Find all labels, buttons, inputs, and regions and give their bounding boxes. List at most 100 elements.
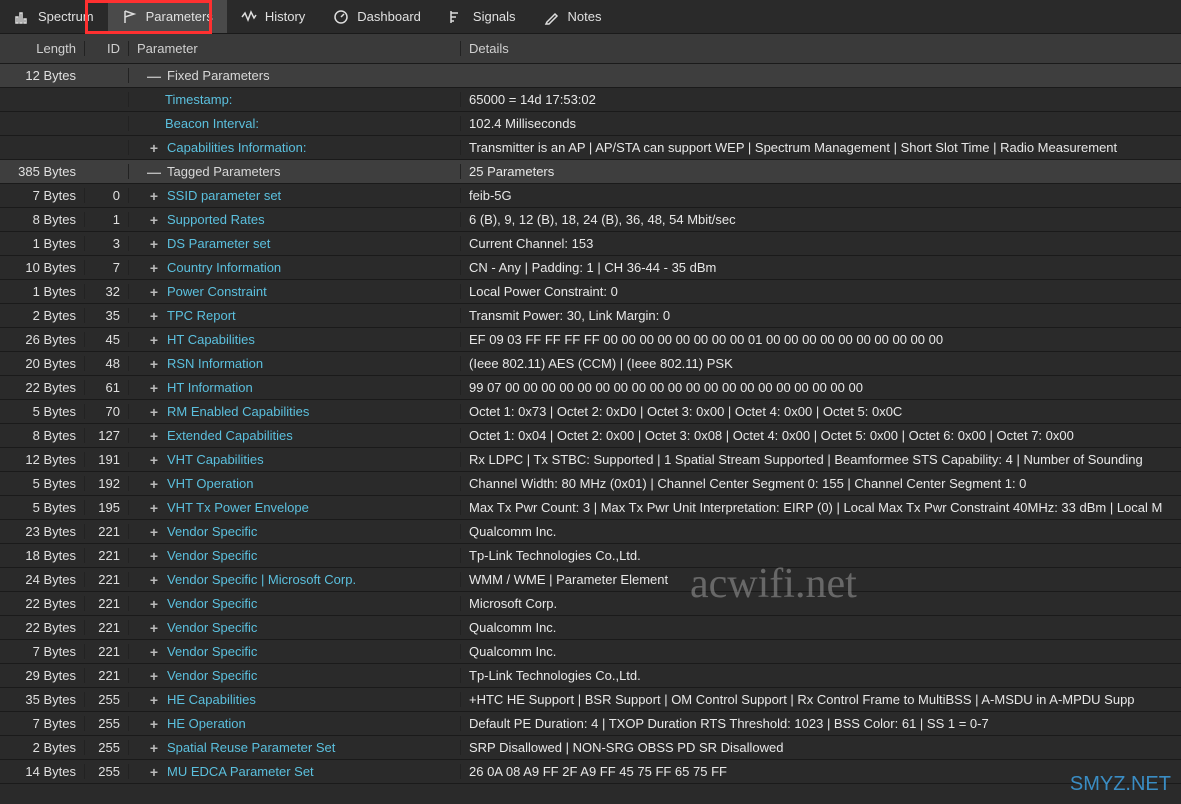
- parameter-row[interactable]: 5 Bytes70+RM Enabled CapabilitiesOctet 1…: [0, 400, 1181, 424]
- header-length[interactable]: Length: [0, 41, 84, 56]
- parameter-row[interactable]: 20 Bytes48+RSN Information(Ieee 802.11) …: [0, 352, 1181, 376]
- expand-icon[interactable]: +: [147, 285, 161, 299]
- parameter-name[interactable]: VHT Tx Power Envelope: [167, 500, 309, 515]
- parameter-row[interactable]: 8 Bytes127+Extended CapabilitiesOctet 1:…: [0, 424, 1181, 448]
- parameter-name[interactable]: VHT Capabilities: [167, 452, 264, 467]
- expand-icon[interactable]: +: [147, 597, 161, 611]
- expand-icon[interactable]: +: [147, 213, 161, 227]
- cell-id: 255: [84, 740, 128, 755]
- parameter-name[interactable]: Vendor Specific | Microsoft Corp.: [167, 572, 356, 587]
- expand-icon[interactable]: +: [147, 549, 161, 563]
- tab-signals[interactable]: Signals: [435, 0, 530, 33]
- parameter-name[interactable]: Vendor Specific: [167, 620, 257, 635]
- parameter-name[interactable]: Capabilities Information:: [167, 140, 306, 155]
- parameter-name[interactable]: VHT Operation: [167, 476, 253, 491]
- parameter-name[interactable]: Spatial Reuse Parameter Set: [167, 740, 335, 755]
- parameter-name[interactable]: SSID parameter set: [167, 188, 281, 203]
- parameter-row[interactable]: 22 Bytes221+Vendor SpecificMicrosoft Cor…: [0, 592, 1181, 616]
- expand-icon[interactable]: +: [147, 693, 161, 707]
- tab-spectrum[interactable]: Spectrum: [0, 0, 108, 33]
- expand-icon[interactable]: +: [147, 333, 161, 347]
- parameter-name[interactable]: Power Constraint: [167, 284, 267, 299]
- expand-icon[interactable]: +: [147, 765, 161, 779]
- parameter-row[interactable]: 2 Bytes255+Spatial Reuse Parameter SetSR…: [0, 736, 1181, 760]
- parameter-name[interactable]: Supported Rates: [167, 212, 265, 227]
- header-details[interactable]: Details: [460, 41, 1181, 56]
- parameter-name[interactable]: Vendor Specific: [167, 524, 257, 539]
- expand-icon[interactable]: +: [147, 189, 161, 203]
- parameter-name[interactable]: RM Enabled Capabilities: [167, 404, 309, 419]
- parameter-row[interactable]: 8 Bytes1+Supported Rates6 (B), 9, 12 (B)…: [0, 208, 1181, 232]
- parameter-name[interactable]: RSN Information: [167, 356, 263, 371]
- parameter-row[interactable]: 26 Bytes45+HT CapabilitiesEF 09 03 FF FF…: [0, 328, 1181, 352]
- parameter-name[interactable]: Vendor Specific: [167, 644, 257, 659]
- expand-icon[interactable]: +: [147, 621, 161, 635]
- expand-icon[interactable]: +: [147, 381, 161, 395]
- parameter-row[interactable]: Timestamp:65000 = 14d 17:53:02: [0, 88, 1181, 112]
- parameter-name[interactable]: HE Capabilities: [167, 692, 256, 707]
- parameter-name[interactable]: HT Information: [167, 380, 253, 395]
- expand-icon[interactable]: +: [147, 357, 161, 371]
- parameter-row[interactable]: 7 Bytes0+SSID parameter setfeib-5G: [0, 184, 1181, 208]
- parameter-row[interactable]: 12 Bytes191+VHT CapabilitiesRx LDPC | Tx…: [0, 448, 1181, 472]
- parameter-name[interactable]: Vendor Specific: [167, 596, 257, 611]
- parameter-name[interactable]: HT Capabilities: [167, 332, 255, 347]
- parameter-row[interactable]: 22 Bytes221+Vendor SpecificQualcomm Inc.: [0, 616, 1181, 640]
- parameter-row[interactable]: 29 Bytes221+Vendor SpecificTp-Link Techn…: [0, 664, 1181, 688]
- parameter-name[interactable]: HE Operation: [167, 716, 246, 731]
- cell-details: Qualcomm Inc.: [460, 524, 1181, 539]
- parameter-row[interactable]: 18 Bytes221+Vendor SpecificTp-Link Techn…: [0, 544, 1181, 568]
- parameter-name[interactable]: Timestamp:: [165, 92, 232, 107]
- parameter-row[interactable]: 1 Bytes32+Power ConstraintLocal Power Co…: [0, 280, 1181, 304]
- parameter-row[interactable]: 7 Bytes255+HE OperationDefault PE Durati…: [0, 712, 1181, 736]
- parameter-row[interactable]: 24 Bytes221+Vendor Specific | Microsoft …: [0, 568, 1181, 592]
- expand-icon[interactable]: +: [147, 405, 161, 419]
- parameter-name[interactable]: Extended Capabilities: [167, 428, 293, 443]
- expand-icon[interactable]: +: [147, 477, 161, 491]
- expand-icon[interactable]: +: [147, 573, 161, 587]
- tab-history[interactable]: History: [227, 0, 319, 33]
- tab-parameters[interactable]: Parameters: [108, 0, 227, 33]
- expand-icon[interactable]: +: [147, 501, 161, 515]
- expand-icon[interactable]: +: [147, 141, 161, 155]
- expand-icon[interactable]: +: [147, 717, 161, 731]
- parameter-row[interactable]: 1 Bytes3+DS Parameter setCurrent Channel…: [0, 232, 1181, 256]
- parameter-row[interactable]: 5 Bytes192+VHT OperationChannel Width: 8…: [0, 472, 1181, 496]
- expand-icon[interactable]: +: [147, 645, 161, 659]
- parameter-row[interactable]: 10 Bytes7+Country InformationCN - Any | …: [0, 256, 1181, 280]
- parameter-row[interactable]: 22 Bytes61+HT Information99 07 00 00 00 …: [0, 376, 1181, 400]
- parameter-name[interactable]: MU EDCA Parameter Set: [167, 764, 314, 779]
- parameter-name[interactable]: TPC Report: [167, 308, 236, 323]
- parameter-row[interactable]: 23 Bytes221+Vendor SpecificQualcomm Inc.: [0, 520, 1181, 544]
- parameter-name[interactable]: Country Information: [167, 260, 281, 275]
- section-row[interactable]: 385 Bytes—Tagged Parameters25 Parameters: [0, 160, 1181, 184]
- expand-icon[interactable]: +: [147, 261, 161, 275]
- parameter-row[interactable]: +Capabilities Information:Transmitter is…: [0, 136, 1181, 160]
- parameter-row[interactable]: 14 Bytes255+MU EDCA Parameter Set26 0A 0…: [0, 760, 1181, 784]
- parameter-name: Fixed Parameters: [167, 68, 270, 83]
- parameter-table: 12 Bytes—Fixed ParametersTimestamp:65000…: [0, 64, 1181, 784]
- parameter-name[interactable]: DS Parameter set: [167, 236, 270, 251]
- parameter-row[interactable]: 5 Bytes195+VHT Tx Power EnvelopeMax Tx P…: [0, 496, 1181, 520]
- expand-icon[interactable]: +: [147, 309, 161, 323]
- parameter-row[interactable]: Beacon Interval:102.4 Milliseconds: [0, 112, 1181, 136]
- expand-icon[interactable]: +: [147, 525, 161, 539]
- header-id[interactable]: ID: [84, 41, 128, 56]
- parameter-name[interactable]: Vendor Specific: [167, 668, 257, 683]
- expand-icon[interactable]: +: [147, 429, 161, 443]
- collapse-icon[interactable]: —: [147, 165, 161, 179]
- expand-icon[interactable]: +: [147, 669, 161, 683]
- parameter-row[interactable]: 35 Bytes255+HE Capabilities+HTC HE Suppo…: [0, 688, 1181, 712]
- parameter-row[interactable]: 2 Bytes35+TPC ReportTransmit Power: 30, …: [0, 304, 1181, 328]
- expand-icon[interactable]: +: [147, 237, 161, 251]
- tab-dashboard[interactable]: Dashboard: [319, 0, 435, 33]
- collapse-icon[interactable]: —: [147, 69, 161, 83]
- header-parameter[interactable]: Parameter: [128, 41, 460, 56]
- section-row[interactable]: 12 Bytes—Fixed Parameters: [0, 64, 1181, 88]
- parameter-name[interactable]: Vendor Specific: [167, 548, 257, 563]
- expand-icon[interactable]: +: [147, 741, 161, 755]
- parameter-name[interactable]: Beacon Interval:: [165, 116, 259, 131]
- tab-notes[interactable]: Notes: [530, 0, 616, 33]
- parameter-row[interactable]: 7 Bytes221+Vendor SpecificQualcomm Inc.: [0, 640, 1181, 664]
- expand-icon[interactable]: +: [147, 453, 161, 467]
